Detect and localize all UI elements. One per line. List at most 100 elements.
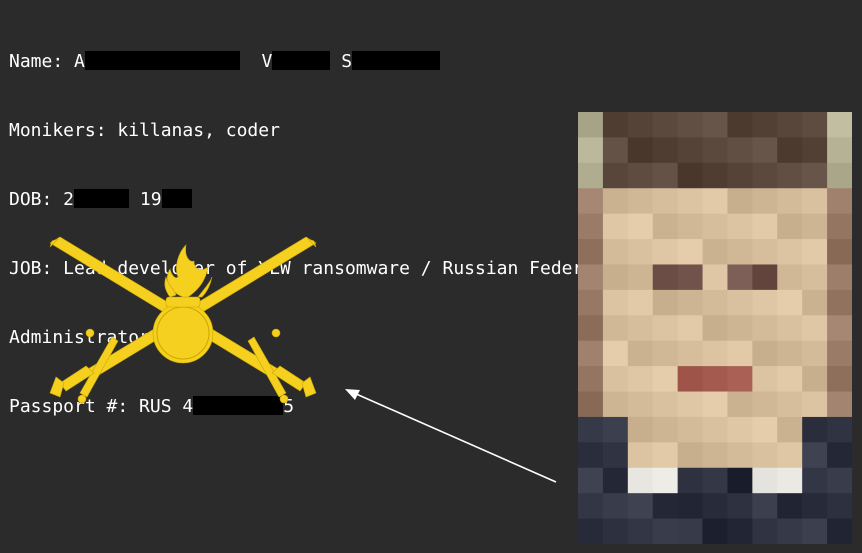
photo-pixel bbox=[827, 442, 852, 469]
photo-pixel bbox=[627, 162, 654, 189]
photo-pixel bbox=[602, 289, 629, 316]
photo-pixel bbox=[602, 391, 629, 418]
photo-pixel bbox=[802, 467, 828, 494]
photo-pixel bbox=[827, 467, 852, 494]
photo-pixel bbox=[702, 442, 728, 469]
photo-pixel bbox=[578, 188, 604, 215]
photo-pixel bbox=[752, 137, 778, 164]
photo-pixel bbox=[727, 112, 753, 138]
photo-pixel bbox=[827, 162, 852, 189]
photo-pixel bbox=[802, 493, 828, 520]
photo-pixel bbox=[727, 213, 753, 240]
photo-pixel bbox=[578, 518, 604, 544]
photo-pixel bbox=[677, 442, 704, 469]
redaction-bar bbox=[272, 51, 331, 70]
photo-pixel bbox=[627, 315, 654, 342]
photo-pixel bbox=[578, 239, 604, 265]
photo-pixel bbox=[777, 340, 803, 367]
photo-pixel bbox=[652, 112, 679, 138]
photo-pixel bbox=[752, 391, 778, 418]
photo-pixel bbox=[802, 289, 828, 316]
photo-pixel bbox=[602, 137, 629, 164]
photo-pixel bbox=[702, 518, 728, 544]
photo-pixel bbox=[802, 340, 828, 367]
photo-pixel bbox=[652, 340, 679, 367]
photo-pixel bbox=[652, 162, 679, 189]
photo-pixel bbox=[702, 213, 728, 240]
photo-pixel bbox=[727, 188, 753, 215]
photo-pixel bbox=[727, 162, 753, 189]
photo-pixel bbox=[677, 391, 704, 418]
photo-pixel bbox=[752, 264, 778, 291]
photo-pixel bbox=[578, 366, 604, 393]
pixelated-portrait-photo bbox=[578, 112, 852, 544]
photo-pixel bbox=[602, 264, 629, 291]
photo-pixel bbox=[677, 112, 704, 138]
photo-pixel bbox=[627, 188, 654, 215]
photo-pixel bbox=[802, 416, 828, 443]
dob-label: DOB: 2 bbox=[9, 189, 75, 210]
photo-pixel bbox=[752, 213, 778, 240]
photo-pixel bbox=[677, 162, 704, 189]
photo-pixel bbox=[627, 518, 654, 544]
photo-pixel bbox=[777, 493, 803, 520]
photo-pixel bbox=[652, 493, 679, 520]
photo-pixel bbox=[602, 518, 629, 544]
photo-pixel bbox=[702, 112, 728, 138]
photo-pixel bbox=[677, 340, 704, 367]
photo-pixel bbox=[777, 416, 803, 443]
photo-pixel bbox=[652, 137, 679, 164]
photo-pixel bbox=[827, 112, 852, 138]
photo-pixel bbox=[578, 416, 604, 443]
photo-pixel bbox=[777, 162, 803, 189]
photo-pixel bbox=[752, 162, 778, 189]
photo-pixel bbox=[827, 493, 852, 520]
photo-pixel bbox=[578, 467, 604, 494]
photo-pixel bbox=[677, 416, 704, 443]
photo-pixel bbox=[602, 340, 629, 367]
photo-pixel bbox=[777, 467, 803, 494]
photo-pixel bbox=[752, 315, 778, 342]
photo-pixel bbox=[578, 493, 604, 520]
photo-pixel bbox=[727, 340, 753, 367]
photo-pixel bbox=[777, 264, 803, 291]
photo-pixel bbox=[602, 162, 629, 189]
photo-pixel bbox=[777, 213, 803, 240]
photo-pixel bbox=[677, 188, 704, 215]
photo-pixel bbox=[752, 416, 778, 443]
photo-pixel bbox=[777, 366, 803, 393]
photo-pixel bbox=[627, 213, 654, 240]
photo-pixel bbox=[802, 518, 828, 544]
photo-pixel bbox=[702, 264, 728, 291]
photo-pixel bbox=[827, 340, 852, 367]
photo-pixel bbox=[652, 416, 679, 443]
photo-pixel bbox=[652, 391, 679, 418]
photo-pixel bbox=[752, 518, 778, 544]
photo-pixel bbox=[652, 188, 679, 215]
photo-pixel bbox=[702, 340, 728, 367]
name-initial-s: S bbox=[341, 51, 353, 72]
photo-pixel bbox=[578, 112, 604, 138]
photo-pixel bbox=[777, 315, 803, 342]
photo-pixel bbox=[827, 188, 852, 215]
photo-pixel bbox=[677, 213, 704, 240]
photo-pixel bbox=[752, 340, 778, 367]
photo-pixel bbox=[727, 366, 753, 393]
photo-pixel bbox=[777, 391, 803, 418]
photo-pixel bbox=[627, 493, 654, 520]
photo-pixel bbox=[827, 518, 852, 544]
dob-year: 19 bbox=[139, 189, 162, 210]
photo-pixel bbox=[727, 391, 753, 418]
photo-pixel bbox=[802, 137, 828, 164]
photo-pixel bbox=[727, 442, 753, 469]
photo-pixel bbox=[578, 213, 604, 240]
photo-pixel bbox=[802, 239, 828, 265]
name-initial-v: V bbox=[261, 51, 273, 72]
photo-pixel bbox=[752, 289, 778, 316]
photo-pixel bbox=[602, 188, 629, 215]
photo-pixel bbox=[777, 137, 803, 164]
photo-pixel bbox=[578, 137, 604, 164]
photo-pixel bbox=[752, 112, 778, 138]
photo-pixel bbox=[727, 264, 753, 291]
photo-pixel bbox=[727, 467, 753, 494]
